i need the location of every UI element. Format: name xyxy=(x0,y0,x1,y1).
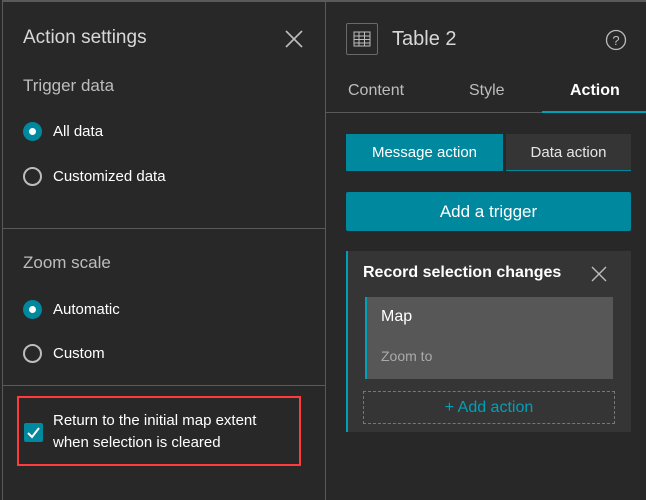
data-action-button[interactable]: Data action xyxy=(506,134,631,171)
action-type: Zoom to xyxy=(381,348,433,364)
close-icon[interactable] xyxy=(284,29,304,49)
divider xyxy=(3,228,325,229)
return-extent-label: Return to the initial map extent when se… xyxy=(53,412,257,451)
trigger-card: Record selection changes Map Zoom to + A… xyxy=(346,251,631,432)
checkmark-icon xyxy=(27,427,40,439)
radio-all-data[interactable]: All data xyxy=(23,122,103,141)
widget-settings-panel: Table 2 ? Content Style Action Message a… xyxy=(326,0,646,500)
trigger-title: Record selection changes xyxy=(363,264,562,281)
help-icon[interactable]: ? xyxy=(605,29,627,51)
action-settings-panel: Action settings Trigger data All data Cu… xyxy=(2,0,326,500)
tab-style[interactable]: Style xyxy=(469,82,505,100)
action-target: Map xyxy=(381,308,413,325)
close-icon[interactable] xyxy=(591,266,607,282)
tab-action[interactable]: Action xyxy=(570,82,620,100)
radio-unselected-icon[interactable] xyxy=(23,344,42,363)
table-widget-icon xyxy=(346,23,378,55)
radio-custom[interactable]: Custom xyxy=(23,344,105,363)
radio-customized-data[interactable]: Customized data xyxy=(23,167,166,186)
radio-unselected-icon[interactable] xyxy=(23,167,42,186)
divider xyxy=(3,385,325,386)
svg-text:?: ? xyxy=(612,33,619,48)
zoom-scale-label: Zoom scale xyxy=(23,253,111,272)
trigger-data-label: Trigger data xyxy=(23,76,115,95)
radio-selected-icon[interactable] xyxy=(23,122,42,141)
active-tab-indicator xyxy=(542,111,646,113)
message-action-button[interactable]: Message action xyxy=(346,134,503,171)
tab-content[interactable]: Content xyxy=(348,82,404,100)
action-item[interactable]: Map Zoom to xyxy=(365,297,613,379)
widget-title: Table 2 xyxy=(392,28,457,50)
add-trigger-button[interactable]: Add a trigger xyxy=(346,192,631,231)
radio-selected-icon[interactable] xyxy=(23,300,42,319)
highlight-box: Return to the initial map extent when se… xyxy=(17,396,301,466)
return-extent-checkbox[interactable] xyxy=(24,423,43,442)
panel-title: Action settings xyxy=(23,27,147,48)
radio-automatic[interactable]: Automatic xyxy=(23,300,120,319)
add-action-button[interactable]: + Add action xyxy=(363,391,615,424)
